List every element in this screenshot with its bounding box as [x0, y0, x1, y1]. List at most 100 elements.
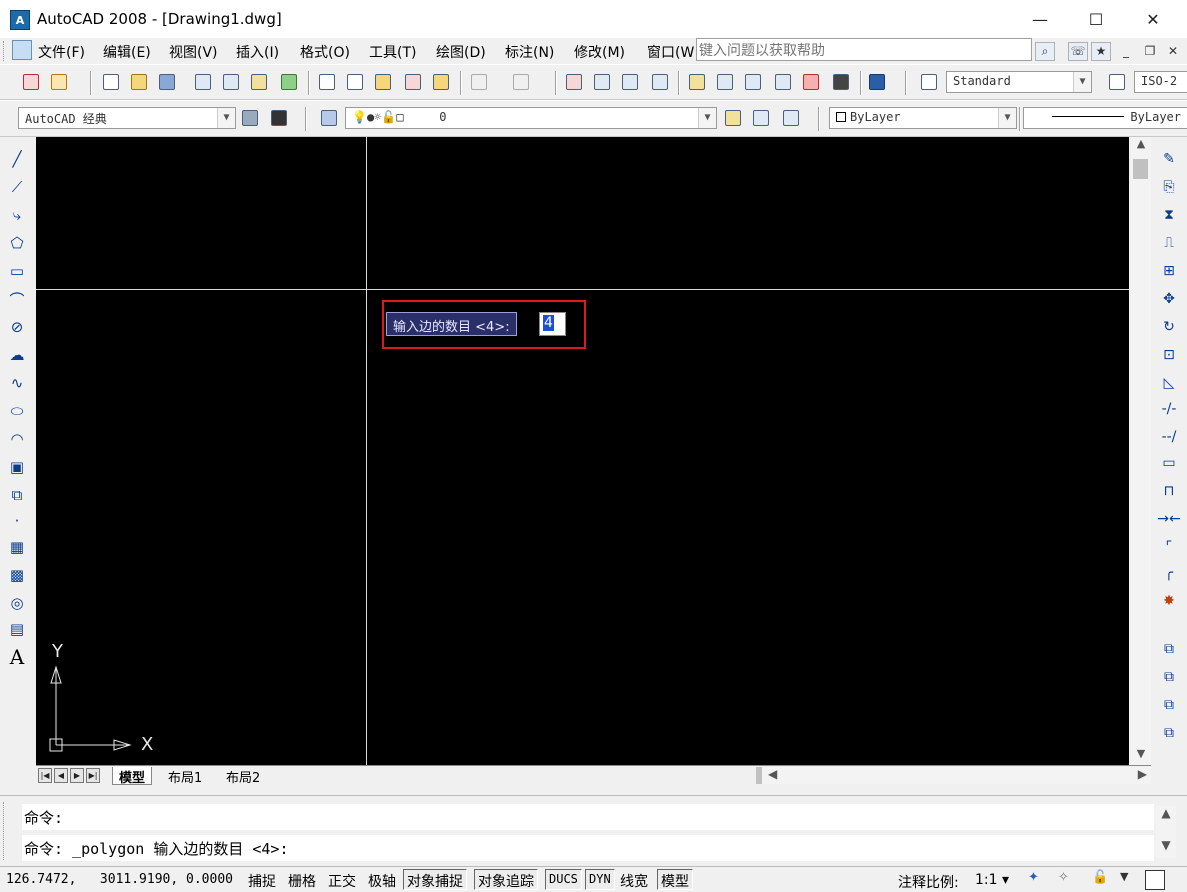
tab-model[interactable]: 模型 [112, 767, 153, 786]
zoom-window-icon[interactable] [619, 71, 641, 93]
open-icon[interactable] [128, 71, 150, 93]
make-current-layer-icon[interactable] [722, 107, 744, 129]
block-editor-icon[interactable] [430, 71, 452, 93]
command-input-line[interactable]: 命令: _polygon 输入边的数目 <4>: [22, 835, 1154, 861]
help-search-input[interactable] [696, 38, 1032, 61]
copy-icon[interactable] [344, 71, 366, 93]
scroll-left-icon[interactable]: ◀ [768, 767, 777, 781]
construction-line-icon[interactable]: ⟋ [5, 175, 29, 199]
my-workspace-icon[interactable] [268, 107, 290, 129]
array-icon[interactable]: ⊞ [1157, 259, 1181, 283]
arc-icon[interactable]: ⌒ [5, 287, 29, 311]
cut-icon[interactable] [316, 71, 338, 93]
doc-close-button[interactable]: ✕ [1163, 42, 1183, 61]
draw-order-front-icon[interactable]: ⧉ [1157, 637, 1181, 661]
scroll-right-icon[interactable]: ▶ [1138, 767, 1147, 781]
drawing-canvas[interactable]: 输入边的数目 <4>: 4 Y X [36, 137, 1129, 765]
menu-dimension[interactable]: 标注(N) [505, 42, 554, 62]
annotation-scale-select[interactable]: 1:1 ▾ [975, 872, 1009, 888]
communication-center-icon[interactable]: ☏ [1068, 42, 1088, 61]
doc-minimize-button[interactable]: _ [1116, 42, 1136, 61]
scroll-thumb[interactable] [1133, 159, 1148, 179]
doc-restore-button[interactable]: ❐ [1140, 42, 1160, 61]
horizontal-scrollbar[interactable]: ◀ ▶ [756, 767, 1151, 784]
maximize-button[interactable]: ☐ [1073, 4, 1119, 34]
menu-file[interactable]: 文件(F) [38, 42, 85, 62]
help-icon[interactable] [866, 71, 888, 93]
rectangle-icon[interactable]: ▭ [5, 259, 29, 283]
text-style-select[interactable]: Standard ▼ [946, 71, 1092, 93]
osnap-toggle[interactable]: 对象捕捉 [403, 869, 467, 890]
offset-icon[interactable]: ⎍ [1157, 231, 1181, 255]
hscroll-splitter[interactable] [756, 767, 762, 784]
extend-icon[interactable]: --/ [1157, 425, 1181, 449]
gradient-icon[interactable]: ▩ [5, 563, 29, 587]
sheet-set-icon[interactable] [772, 71, 794, 93]
draw-order-back-icon[interactable]: ⧉ [1157, 665, 1181, 689]
revision-cloud-icon[interactable]: ☁ [5, 343, 29, 367]
undo-icon[interactable] [468, 71, 490, 93]
search-icon[interactable]: ⌕ [1035, 42, 1055, 61]
menu-tools[interactable]: 工具(T) [369, 42, 416, 62]
copy-object-icon[interactable]: ⎘ [1157, 175, 1181, 199]
calculator-icon[interactable] [830, 71, 852, 93]
menu-edit[interactable]: 编辑(E) [103, 42, 151, 62]
scroll-down-icon[interactable]: ▼ [1131, 747, 1151, 765]
command-scrollbar[interactable]: ▲ ▼ [1156, 806, 1176, 858]
publish-dwf-icon[interactable] [248, 71, 270, 93]
first-tab-icon[interactable]: |◀ [38, 768, 52, 783]
hatch-icon[interactable]: ▦ [5, 535, 29, 559]
menu-format[interactable]: 格式(O) [300, 42, 350, 62]
layer-select[interactable]: 💡●☼🔓□ 0 ▼ [345, 107, 717, 129]
last-tab-icon[interactable]: ▶| [86, 768, 100, 783]
polyline-icon[interactable]: ⤷ [5, 203, 29, 227]
close-button[interactable]: ✕ [1130, 4, 1176, 34]
command-scroll-down-icon[interactable]: ▼ [1156, 838, 1176, 852]
toolbar-lock-icon[interactable]: 🔓 [1092, 870, 1112, 890]
ellipse-icon[interactable]: ⬭ [5, 399, 29, 423]
break-at-point-icon[interactable]: ▭ [1157, 451, 1181, 475]
command-scroll-up-icon[interactable]: ▲ [1156, 806, 1176, 820]
prev-tab-icon[interactable]: ◀ [54, 768, 68, 783]
point-icon[interactable]: · [5, 509, 29, 533]
plot-icon[interactable] [192, 71, 214, 93]
publish-icon[interactable] [20, 71, 42, 93]
insert-block-icon[interactable]: ▣ [5, 455, 29, 479]
plot-preview-icon[interactable] [220, 71, 242, 93]
design-center-icon[interactable] [714, 71, 736, 93]
color-select[interactable]: ByLayer ▼ [829, 107, 1017, 129]
save-icon[interactable] [156, 71, 178, 93]
scroll-up-icon[interactable]: ▲ [1131, 137, 1151, 155]
scale-icon[interactable]: ⊡ [1157, 343, 1181, 367]
layer-states-icon[interactable] [780, 107, 802, 129]
spline-icon[interactable]: ∿ [5, 371, 29, 395]
menu-insert[interactable]: 插入(I) [236, 42, 279, 62]
dim-style-icon[interactable] [1106, 71, 1128, 93]
bring-above-icon[interactable]: ⧉ [1157, 693, 1181, 717]
pan-realtime-icon[interactable] [563, 71, 585, 93]
ducs-toggle[interactable]: DUCS [545, 869, 582, 890]
dim-style-select[interactable]: ISO-2 [1134, 71, 1187, 93]
menu-draw[interactable]: 绘图(D) [436, 42, 486, 62]
paste-icon[interactable] [372, 71, 394, 93]
zoom-previous-icon[interactable] [649, 71, 671, 93]
linetype-select[interactable]: ByLayer [1023, 107, 1187, 129]
zoom-realtime-icon[interactable] [591, 71, 613, 93]
vertical-scrollbar[interactable]: ▲ ▼ [1131, 137, 1151, 765]
tab-layout2[interactable]: 布局2 [220, 767, 266, 786]
polygon-icon[interactable]: ⬠ [5, 231, 29, 255]
menu-window[interactable]: 窗口(W [647, 42, 694, 62]
new-icon[interactable] [100, 71, 122, 93]
erase-icon[interactable]: ✎ [1157, 147, 1181, 171]
properties-icon[interactable] [686, 71, 708, 93]
join-icon[interactable]: →← [1157, 507, 1181, 531]
chamfer-icon[interactable]: ⌜ [1157, 535, 1181, 559]
grid-toggle[interactable]: 栅格 [284, 869, 320, 890]
menu-modify[interactable]: 修改(M) [574, 42, 625, 62]
tool-palettes-icon[interactable] [742, 71, 764, 93]
stretch-icon[interactable]: ◺ [1157, 371, 1181, 395]
text-style-icon[interactable] [918, 71, 940, 93]
annotation-visibility-icon[interactable]: ✦ [1028, 870, 1048, 890]
circle-icon[interactable]: ⊘ [5, 315, 29, 339]
dynamic-input-field[interactable]: 4 [539, 312, 566, 336]
